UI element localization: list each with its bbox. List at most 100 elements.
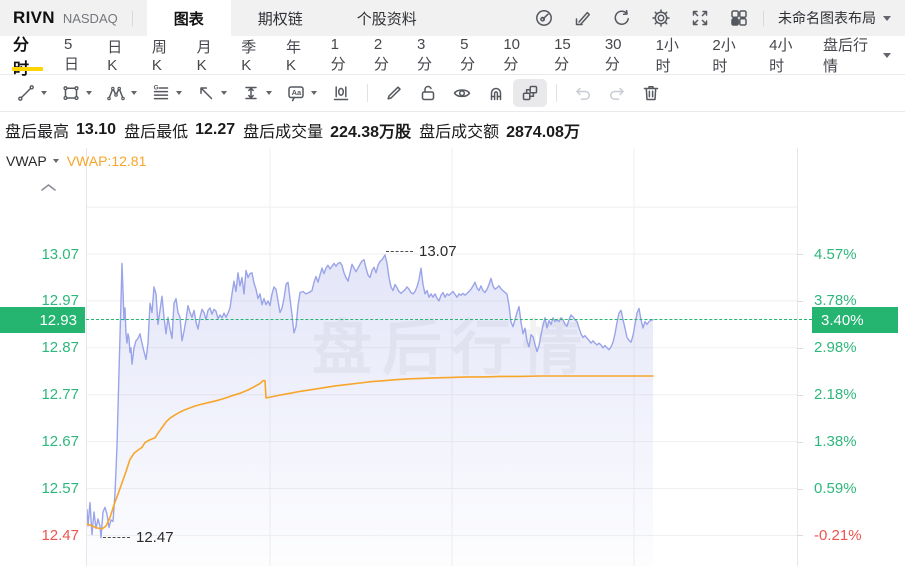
timeframe-2分[interactable]: 2分 bbox=[363, 36, 406, 74]
axis-tick bbox=[797, 395, 803, 396]
svg-text:G: G bbox=[154, 85, 159, 92]
trash-button[interactable] bbox=[634, 79, 668, 107]
chevron-down-icon bbox=[221, 91, 227, 95]
eye-button[interactable] bbox=[445, 79, 479, 107]
price-axis-label: 12.67 bbox=[41, 433, 79, 450]
fullscreen-icon-button[interactable] bbox=[690, 8, 710, 28]
layout-grid-icon-button[interactable] bbox=[729, 8, 749, 28]
rectangle-tool-button[interactable] bbox=[54, 79, 99, 107]
last-price-line bbox=[86, 319, 812, 320]
session-selector-label: 盘后行情 bbox=[822, 37, 868, 75]
timeframe-5分[interactable]: 5分 bbox=[449, 36, 492, 74]
percent-axis-label: 2.18% bbox=[814, 386, 857, 403]
price-axis-label: 13.07 bbox=[41, 246, 79, 263]
percent-axis-label: 0.59% bbox=[814, 480, 857, 497]
draw-button[interactable] bbox=[377, 79, 411, 107]
refresh-icon bbox=[614, 9, 629, 25]
percent-axis-label: 1.38% bbox=[814, 433, 857, 450]
chevron-up-icon bbox=[41, 184, 56, 191]
axis-tick bbox=[797, 489, 803, 490]
arrow-tool-icon bbox=[200, 87, 213, 100]
magnet-icon bbox=[490, 87, 502, 101]
indicator-row: VWAP VWAP:12.81 bbox=[6, 153, 146, 169]
text-annotation-tool-icon: Aa bbox=[288, 86, 304, 102]
vwap-indicator-selector[interactable]: VWAP bbox=[6, 153, 59, 169]
stat-value: 12.27 bbox=[195, 121, 236, 138]
after-hours-stats-row: 盘后最高 13.10 盘后最低 12.27 盘后成交量 224.38万股 盘后成交额 2874… bbox=[0, 112, 905, 148]
magnet-button[interactable] bbox=[479, 79, 513, 107]
chart-plot[interactable] bbox=[87, 148, 797, 566]
refresh-icon-button[interactable] bbox=[612, 8, 632, 28]
timeframe-分时[interactable]: 分时 bbox=[2, 36, 53, 78]
settings-icon bbox=[652, 9, 670, 27]
timeframe-季K[interactable]: 季K bbox=[230, 36, 275, 74]
timeframe-10分[interactable]: 10分 bbox=[492, 36, 543, 74]
redo-icon bbox=[609, 87, 624, 100]
stat-item: 盘后最低 12.27 bbox=[124, 118, 235, 142]
chevron-down-icon bbox=[882, 52, 891, 58]
stat-item: 盘后成交量 224.38万股 bbox=[243, 118, 411, 142]
percent-axis-label: -0.21% bbox=[814, 527, 862, 544]
timeframe-5日[interactable]: 5日 bbox=[53, 36, 96, 74]
lock-button[interactable] bbox=[411, 79, 445, 107]
timeframe-4小时[interactable]: 4小时 bbox=[758, 36, 815, 75]
chevron-down-icon bbox=[131, 91, 137, 95]
timeframe-1小时[interactable]: 1小时 bbox=[645, 36, 702, 75]
last-price-badge: 12.93 bbox=[0, 307, 85, 333]
divider bbox=[131, 10, 133, 26]
tab-2[interactable]: 个股资料 bbox=[330, 0, 444, 36]
rectangle-tool-icon bbox=[63, 86, 79, 101]
chevron-down-icon bbox=[266, 91, 272, 95]
timeframe-年K[interactable]: 年K bbox=[275, 36, 320, 74]
timeframe-周K[interactable]: 周K bbox=[141, 36, 186, 74]
tab-0[interactable]: 图表 bbox=[146, 0, 231, 36]
price-axis-label: 12.87 bbox=[41, 339, 79, 356]
top-bar: RIVN NASDAQ 图表 期权链 个股资料 未命名图表布局 bbox=[0, 0, 905, 36]
settings-icon-button[interactable] bbox=[651, 8, 671, 28]
timeframe-日K[interactable]: 日K bbox=[96, 36, 141, 74]
chevron-down-icon bbox=[176, 91, 182, 95]
wave-pattern-tool-button[interactable] bbox=[99, 79, 144, 107]
session-selector[interactable]: 盘后行情 bbox=[815, 36, 899, 75]
timeframe-月K[interactable]: 月K bbox=[186, 36, 231, 74]
measure-tool-button[interactable] bbox=[324, 79, 358, 107]
timeframe-2小时[interactable]: 2小时 bbox=[701, 36, 758, 75]
arrow-tool-button[interactable] bbox=[189, 79, 234, 107]
chevron-down-icon bbox=[52, 159, 59, 163]
drawing-toolbar: G Aa bbox=[0, 75, 905, 112]
tab-1[interactable]: 期权链 bbox=[231, 0, 330, 36]
eye-icon bbox=[453, 89, 471, 98]
text-annotation-tool-button[interactable]: Aa bbox=[279, 79, 324, 107]
gauge-icon-button[interactable] bbox=[534, 8, 554, 28]
fib-lines-tool-button[interactable]: G bbox=[144, 79, 189, 107]
lock-icon bbox=[421, 85, 435, 101]
price-range-tool-button[interactable] bbox=[234, 79, 279, 107]
axis-tick bbox=[797, 535, 803, 536]
timeframe-1分[interactable]: 1分 bbox=[320, 36, 363, 74]
timeframe-15分[interactable]: 15分 bbox=[543, 36, 594, 74]
stat-label: 盘后成交额 bbox=[419, 124, 500, 141]
timeframe-30分[interactable]: 30分 bbox=[594, 36, 645, 74]
chart-layout-selector[interactable]: 未命名图表布局 bbox=[778, 8, 891, 28]
stat-label: 盘后最高 bbox=[5, 124, 70, 141]
stat-value: 2874.08万 bbox=[506, 124, 580, 141]
axis-tick bbox=[797, 348, 803, 349]
header-icons bbox=[534, 8, 749, 28]
stat-value: 224.38万股 bbox=[330, 124, 412, 141]
undo-button bbox=[566, 79, 600, 107]
timeframe-bar: 分时 5日 日K 周K 月K 季K 年K 1分 2分 3分 5分 10分 15分 30分 1小时 2小时 4小时… bbox=[0, 36, 905, 78]
chevron-down-icon bbox=[86, 91, 92, 95]
stat-label: 盘后成交量 bbox=[243, 124, 324, 141]
timeframe-3分[interactable]: 3分 bbox=[406, 36, 449, 74]
trendline-tool-button[interactable] bbox=[9, 79, 54, 107]
percent-axis-label: 2.98% bbox=[814, 339, 857, 356]
top-bar-right: 未命名图表布局 bbox=[534, 0, 905, 36]
measure-tool-icon bbox=[333, 86, 349, 101]
chevron-down-icon bbox=[41, 91, 47, 95]
stat-item: 盘后最高 13.10 bbox=[5, 118, 116, 142]
compose-icon-button[interactable] bbox=[573, 8, 593, 28]
sync-drawings-button[interactable] bbox=[513, 79, 547, 107]
undo-icon bbox=[576, 87, 591, 100]
collapse-pane-button[interactable] bbox=[40, 179, 57, 197]
chart-area: VWAP VWAP:12.81 盘后行情 13.074.57%12.973.78… bbox=[0, 148, 905, 566]
